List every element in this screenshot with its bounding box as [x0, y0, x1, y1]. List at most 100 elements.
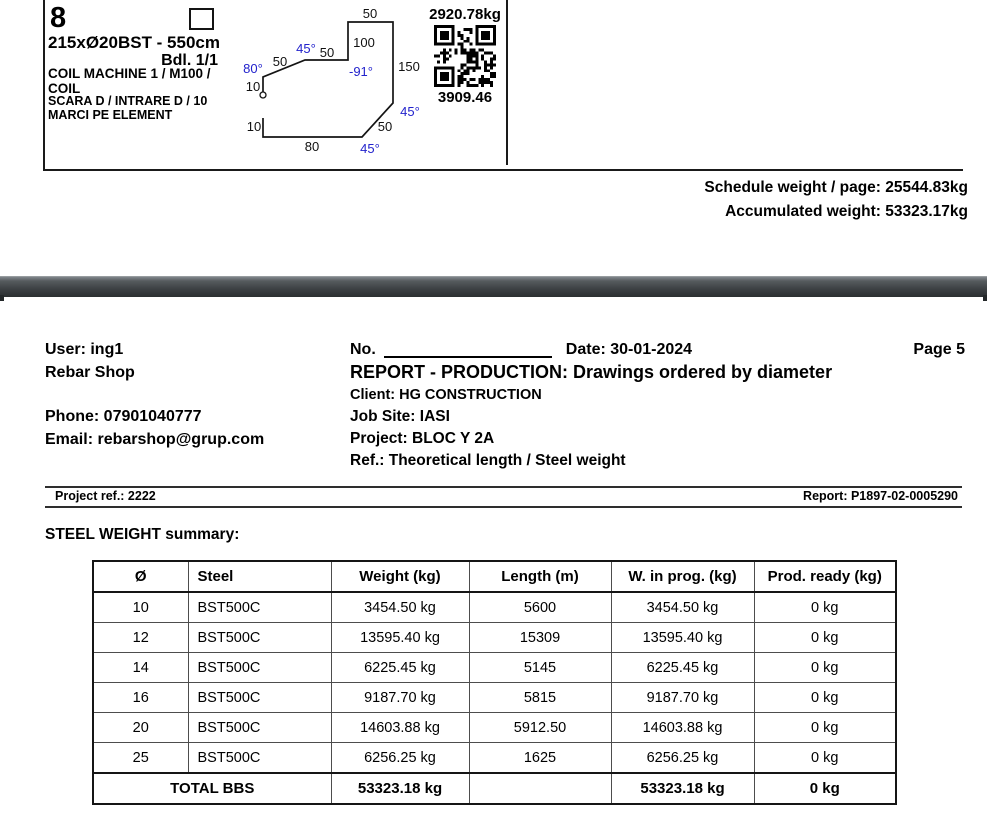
table-cell: 14603.88 kg [611, 713, 754, 743]
label-card-left-border [43, 0, 45, 169]
dimension-label: 150 [398, 59, 420, 74]
jobsite-line: Job Site: IASI [350, 408, 450, 426]
no-blank-underline [384, 341, 552, 358]
table-cell: 6256.25 kg [331, 743, 469, 774]
page-separator-band [0, 276, 987, 297]
table-cell: BST500C [188, 713, 331, 743]
bar-spec-text: 215xØ20BST - 550cm [48, 33, 220, 53]
barcode-number-text: 3909.46 [419, 89, 511, 106]
table-cell: 3454.50 kg [611, 592, 754, 623]
table-row: 14BST500C6225.45 kg51456225.45 kg0 kg [93, 653, 896, 683]
dimension-label: 100 [353, 35, 375, 50]
bend-angle-label: -91° [349, 64, 373, 79]
email-line: Email: rebarshop@grup.com [45, 431, 264, 449]
table-cell: 14 [93, 653, 188, 683]
table-cell: 5912.50 [469, 713, 611, 743]
table-cell: 9187.70 kg [331, 683, 469, 713]
page-number: Page 5 [913, 341, 965, 359]
column-header: Prod. ready (kg) [754, 561, 896, 592]
table-cell: 16 [93, 683, 188, 713]
accumulated-weight-line: Accumulated weight: 53323.17kg [704, 200, 968, 224]
total-cell: 53323.18 kg [331, 773, 469, 804]
table-row: 20BST500C14603.88 kg5912.5014603.88 kg0 … [93, 713, 896, 743]
bar-start-marker [260, 92, 266, 98]
table-cell: 0 kg [754, 592, 896, 623]
total-cell: 0 kg [754, 773, 896, 804]
dimension-label: 50 [378, 119, 392, 134]
bar-shape-diagram: 5010015045°5045°80101080°5045°50-91° [230, 0, 435, 160]
table-cell: 13595.40 kg [611, 623, 754, 653]
position-number: 8 [50, 2, 66, 35]
bend-angle-label: 45° [360, 141, 380, 156]
bend-angle-label: 80° [243, 61, 263, 76]
project-ref-rule-top [45, 486, 962, 488]
table-cell: 0 kg [754, 743, 896, 774]
table-cell: 5815 [469, 683, 611, 713]
no-label: No. [350, 341, 376, 359]
label-row-bottom-rule [43, 169, 963, 171]
bundle-checkbox [189, 8, 214, 30]
table-cell: 6256.25 kg [611, 743, 754, 774]
table-row: 25BST500C6256.25 kg16256256.25 kg0 kg [93, 743, 896, 774]
table-cell: BST500C [188, 592, 331, 623]
table-cell: BST500C [188, 623, 331, 653]
table-cell: 1625 [469, 743, 611, 774]
schedule-weight-line: Schedule weight / page: 25544.83kg [704, 176, 968, 200]
company-line: Rebar Shop [45, 364, 135, 382]
phone-line: Phone: 07901040777 [45, 408, 202, 426]
table-cell: 6225.45 kg [611, 653, 754, 683]
date-line: Date: 30-01-2024 [566, 341, 692, 359]
dimension-label: 10 [247, 119, 261, 134]
table-cell: 0 kg [754, 713, 896, 743]
table-row: 10BST500C3454.50 kg56003454.50 kg0 kg [93, 592, 896, 623]
table-cell: 20 [93, 713, 188, 743]
table-cell: 14603.88 kg [331, 713, 469, 743]
summary-heading: STEEL WEIGHT summary: [45, 526, 239, 544]
table-row: 16BST500C9187.70 kg58159187.70 kg0 kg [93, 683, 896, 713]
dimension-label: 10 [246, 79, 260, 94]
qr-code [434, 25, 496, 87]
page-edge-shadow-left [0, 295, 4, 301]
table-header-row: ØSteelWeight (kg)Length (m)W. in prog. (… [93, 561, 896, 592]
table-cell: BST500C [188, 743, 331, 774]
column-header: Steel [188, 561, 331, 592]
dimension-label: 50 [363, 6, 377, 21]
table-cell: 3454.50 kg [331, 592, 469, 623]
report-title: REPORT - PRODUCTION: Drawings ordered by… [350, 362, 832, 383]
table-cell: 13595.40 kg [331, 623, 469, 653]
table-cell: 0 kg [754, 623, 896, 653]
column-header: W. in prog. (kg) [611, 561, 754, 592]
total-cell: 53323.18 kg [611, 773, 754, 804]
project-ref-rule-bottom [45, 506, 962, 508]
table-cell: 25 [93, 743, 188, 774]
column-header: Ø [93, 561, 188, 592]
table-cell: 10 [93, 592, 188, 623]
user-line: User: ing1 [45, 341, 123, 359]
report-number-text: Report: P1897-02-0005290 [803, 489, 958, 503]
table-cell: 15309 [469, 623, 611, 653]
dimension-label: 80 [305, 139, 319, 154]
pdf-report-view: 8 215xØ20BST - 550cm Bdl. 1/1 COIL MACHI… [0, 0, 987, 822]
bend-angle-label: 45° [296, 41, 316, 56]
dimension-label: 50 [320, 45, 334, 60]
table-cell: 6225.45 kg [331, 653, 469, 683]
table-row: 12BST500C13595.40 kg1530913595.40 kg0 kg [93, 623, 896, 653]
total-row: TOTAL BBS53323.18 kg53323.18 kg0 kg [93, 773, 896, 804]
qr-block: 2920.78kg 3909.46 [419, 6, 511, 106]
total-cell [469, 773, 611, 804]
table-cell: 0 kg [754, 683, 896, 713]
table-cell: 12 [93, 623, 188, 653]
table-cell: 5145 [469, 653, 611, 683]
page-weight-summary: Schedule weight / page: 25544.83kg Accum… [704, 176, 968, 224]
table-cell: 0 kg [754, 653, 896, 683]
table-cell: 9187.70 kg [611, 683, 754, 713]
table-cell: BST500C [188, 683, 331, 713]
project-line: Project: BLOC Y 2A [350, 430, 494, 448]
ref-line: Ref.: Theoretical length / Steel weight [350, 452, 626, 470]
total-cell: TOTAL BBS [93, 773, 331, 804]
page-edge-shadow-right [983, 295, 987, 301]
bend-angle-label: 45° [400, 104, 420, 119]
machine-text: COIL MACHINE 1 / M100 / COIL [48, 66, 211, 96]
document-number-row: No. Date: 30-01-2024 [350, 341, 692, 359]
table-cell: 5600 [469, 592, 611, 623]
